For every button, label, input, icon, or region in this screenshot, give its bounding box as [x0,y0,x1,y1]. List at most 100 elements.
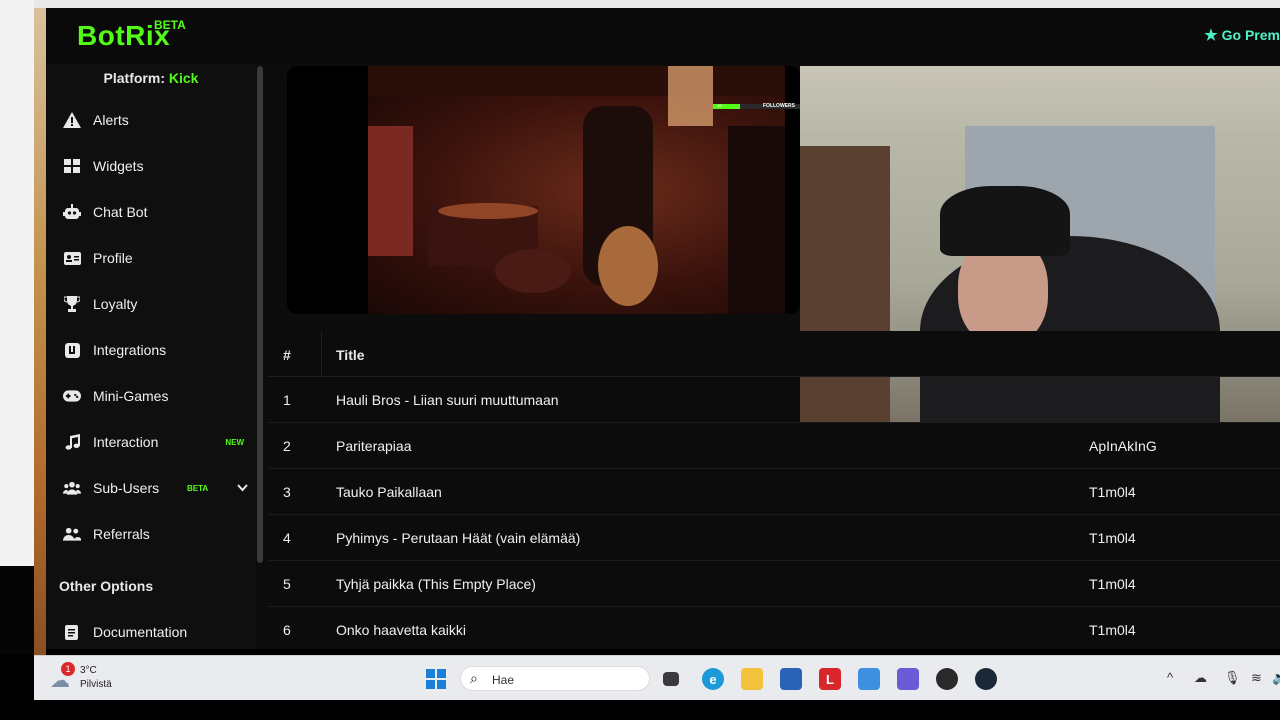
mail-icon[interactable] [858,668,880,690]
plug-icon [63,341,81,359]
sidebar-item-label: Profile [93,250,133,266]
chevron-down-icon[interactable] [237,481,248,495]
sidebar-scrollbar[interactable] [257,66,263,563]
edge-browser-icon[interactable]: e [702,668,724,690]
webcam-hat [940,186,1070,256]
followers-current: 66 [717,103,722,108]
document-icon [63,623,81,641]
row-number: 5 [283,576,291,592]
windows-logo-tile [437,669,446,678]
star-icon: ★ [1204,27,1218,44]
sidebar-item-label: Integrations [93,342,167,358]
store-icon[interactable] [780,668,802,690]
table-row[interactable]: 6 Onko haavetta kaikki T1m0l4 [268,607,1280,649]
row-user: T1m0l4 [1089,530,1136,546]
steam-icon[interactable] [975,668,997,690]
new-badge: NEW [225,437,244,447]
sidebar-item-profile[interactable]: Profile [46,238,256,278]
sidebar-item-documentation[interactable]: Documentation [46,612,256,649]
row-number: 6 [283,622,291,638]
start-button[interactable] [426,669,446,689]
windows-logo-tile [437,680,446,689]
column-header-number: # [283,347,291,363]
lotus-letter: L [826,671,834,687]
task-view-icon[interactable] [663,672,679,686]
sidebar-item-label: Sub-Users [93,480,160,496]
sidebar-item-label: Loyalty [93,296,138,312]
column-divider [321,331,322,377]
sidebar-item-interaction[interactable]: Interaction NEW [46,422,256,462]
sidebar-item-sub-users[interactable]: Sub-Users BETA [46,468,256,508]
row-title: Pyhimys - Perutaan Häät (vain elämää) [336,530,581,546]
windows-taskbar: ☁ 1 3°C Pilvistä ⌕ Hae e L ^ ☁ 🎙 ≋ 🔈 [34,655,1280,700]
teams-icon[interactable] [897,668,919,690]
weather-notification-badge: 1 [61,662,75,676]
table-row[interactable]: 4 Pyhimys - Perutaan Häät (vain elämää) … [268,515,1280,561]
table-row[interactable]: 5 Tyhjä paikka (This Empty Place) T1m0l4 [268,561,1280,607]
botrix-app: BotRix BETA ★ Go Prem Platform: Kick Aler… [46,8,1280,649]
table-row[interactable]: 2 Pariterapiaa ApInAkInG [268,423,1280,469]
background-window-dark [0,566,34,655]
sidebar-item-mini-games[interactable]: Mini-Games [46,376,256,416]
user-group-icon [63,525,81,543]
onedrive-icon[interactable]: ☁ [1194,670,1207,686]
background-window [0,0,34,566]
chevron-up-icon[interactable]: ^ [1167,670,1173,685]
screen-border [0,700,1280,720]
sidebar-item-alerts[interactable]: Alerts [46,100,256,140]
header: BotRix BETA ★ Go Prem [46,8,1280,64]
go-premium-button[interactable]: ★ Go Prem [1204,26,1280,44]
go-premium-label: Go Prem [1221,27,1280,43]
row-user: T1m0l4 [1089,576,1136,592]
sidebar-item-widgets[interactable]: Widgets [46,146,256,186]
sidebar-item-label: Widgets [93,158,144,174]
warning-icon [63,111,81,129]
search-placeholder: Hae [492,673,515,687]
windows-logo-tile [426,680,435,689]
weather-widget[interactable]: ☁ 1 3°C Pilvistä [50,662,140,696]
platform-value: Kick [168,70,199,86]
search-icon: ⌕ [470,670,478,686]
microphone-icon[interactable]: 🎙 [1224,670,1241,686]
sidebar-item-label: Interaction [93,434,159,450]
row-title: Tauko Paikallaan [336,484,442,500]
row-title: Tyhjä paikka (This Empty Place) [336,576,536,592]
column-header-title: Title [336,347,365,363]
browser-frame [34,0,1280,8]
weather-temperature: 3°C [80,665,97,676]
obs-icon[interactable] [936,668,958,690]
volume-icon[interactable]: 🔈 [1272,670,1280,686]
sidebar-item-label: Mini-Games [93,388,169,404]
row-user: T1m0l4 [1089,484,1136,500]
gamepad-icon [63,387,81,405]
platform-label: Platform: [103,70,165,86]
row-title: Hauli Bros - Liian suuri muuttumaan [336,392,559,408]
other-options-heading: Other Options [59,578,154,594]
grid-icon [63,157,81,175]
beta-badge: BETA [187,483,209,493]
desktop-wallpaper [0,0,46,655]
windows-logo-tile [426,669,435,678]
table-row[interactable]: 3 Tauko Paikallaan T1m0l4 [268,469,1280,515]
sidebar-item-loyalty[interactable]: Loyalty [46,284,256,324]
logo-beta-badge: BETA [154,18,186,32]
lotus-app-icon[interactable]: L [819,668,841,690]
row-user: ApInAkInG [1089,438,1157,454]
sidebar-item-referrals[interactable]: Referrals [46,514,256,554]
sidebar-item-label: Alerts [93,112,129,128]
sidebar-item-integrations[interactable]: Integrations [46,330,256,370]
trophy-icon [63,295,81,313]
table-header: # Title [268,331,1280,377]
music-icon [63,433,81,451]
row-number: 2 [283,438,291,454]
wifi-icon[interactable]: ≋ [1251,670,1262,686]
taskbar-search[interactable]: ⌕ Hae [460,666,650,691]
table-row[interactable]: 1 Hauli Bros - Liian suuri muuttumaan [268,377,1280,423]
sidebar: Platform: Kick Alerts Widgets Chat Bot P… [46,64,256,649]
id-card-icon [63,249,81,267]
sidebar-item-label: Chat Bot [93,204,148,220]
followers-goal-label: FOLLOWERS [763,103,795,109]
weather-description: Pilvistä [80,679,112,690]
sidebar-item-chat-bot[interactable]: Chat Bot [46,192,256,232]
file-explorer-icon[interactable] [741,668,763,690]
